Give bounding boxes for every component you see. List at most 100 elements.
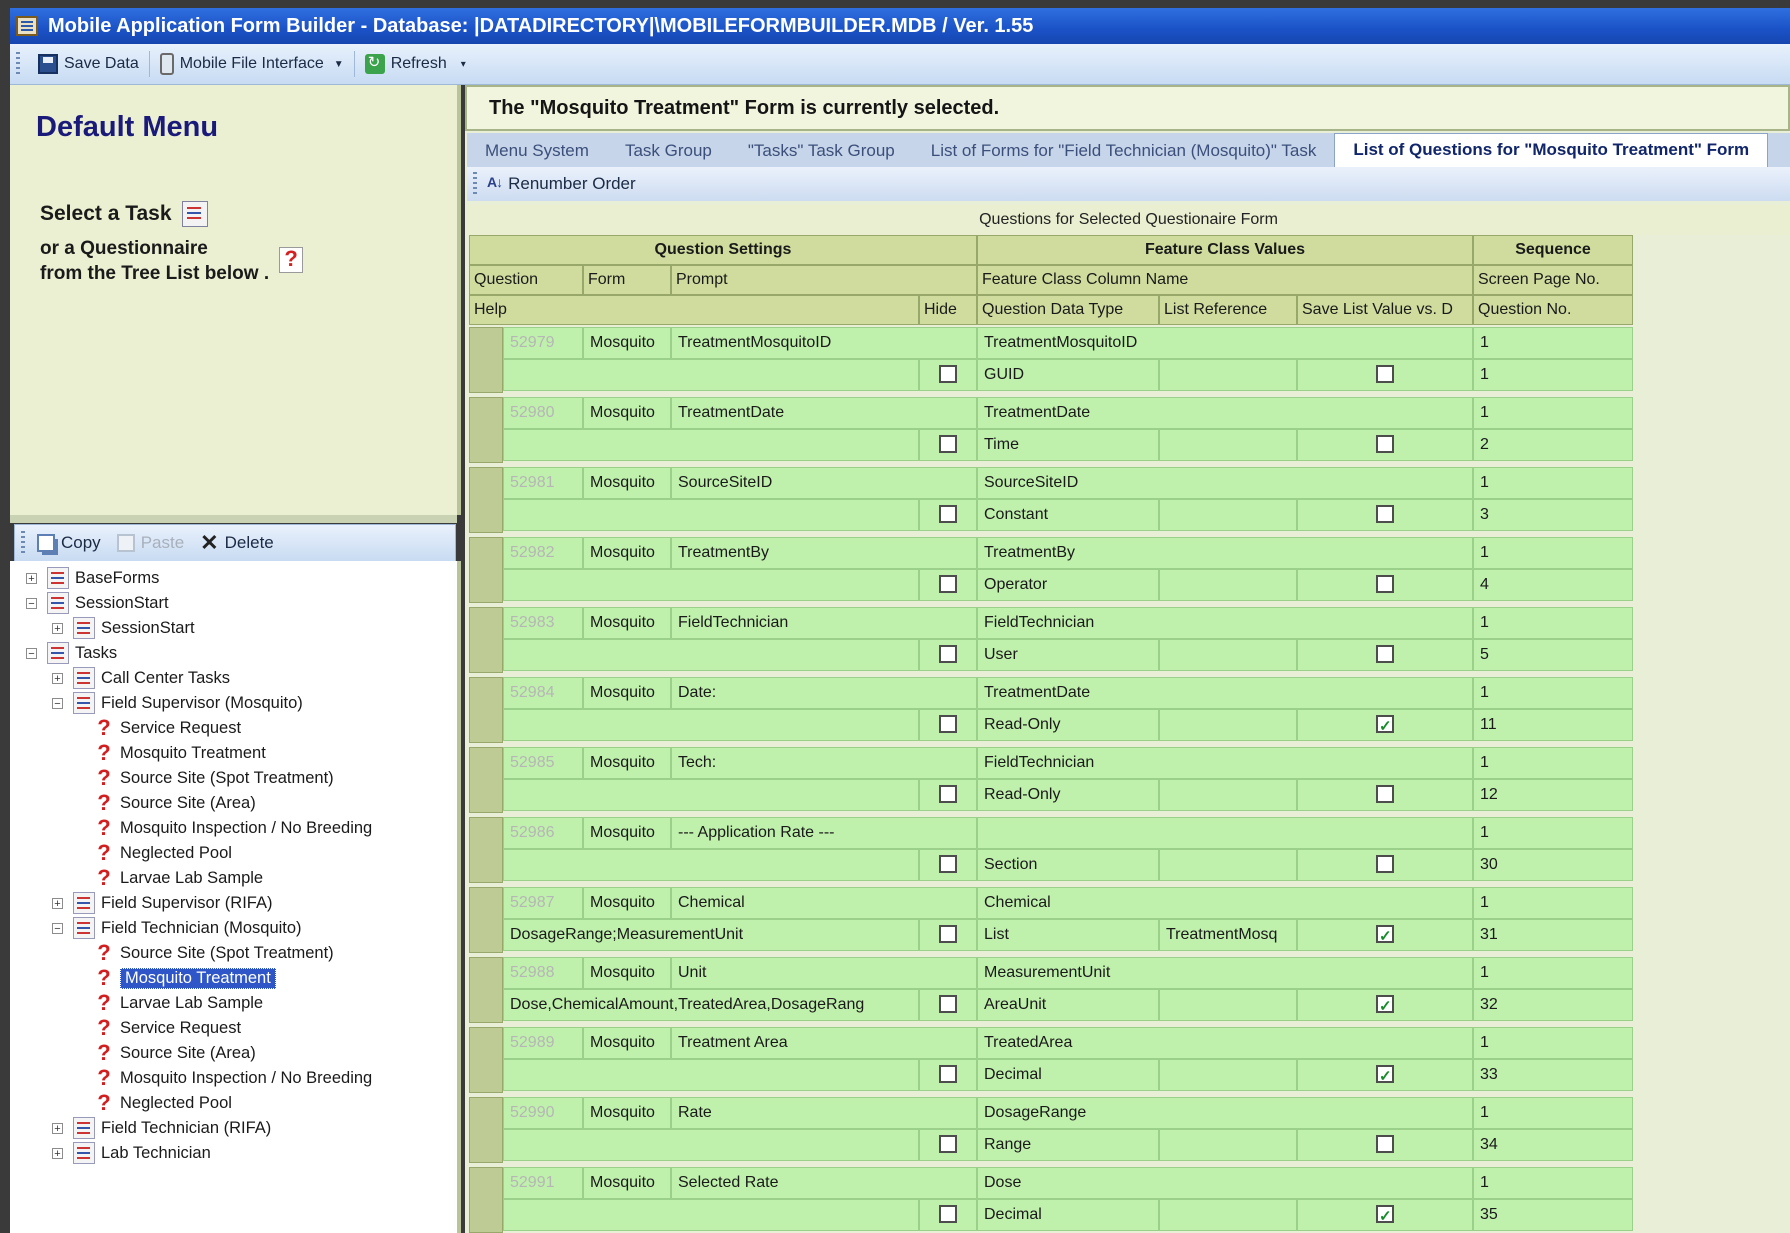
- col-header-screen-page[interactable]: Screen Page No.: [1473, 265, 1633, 295]
- save-data-button[interactable]: Save Data: [28, 48, 149, 80]
- help-cell[interactable]: [503, 359, 919, 391]
- question-id-cell[interactable]: 52986: [503, 817, 583, 849]
- question-id-cell[interactable]: 52991: [503, 1167, 583, 1199]
- hide-checkbox[interactable]: [939, 574, 957, 593]
- row-selector[interactable]: [469, 887, 503, 953]
- question-id-cell[interactable]: 52979: [503, 327, 583, 359]
- hide-checkbox[interactable]: [939, 364, 957, 383]
- save-list-value-checkbox[interactable]: [1376, 1062, 1394, 1090]
- list-reference-cell[interactable]: [1159, 779, 1297, 811]
- hide-checkbox[interactable]: [939, 924, 957, 943]
- screen-page-cell[interactable]: 1: [1473, 817, 1633, 849]
- hide-checkbox[interactable]: [939, 504, 957, 523]
- question-row[interactable]: 52990 Mosquito Rate DosageRange 1 Range 34: [469, 1097, 1639, 1163]
- feature-class-column-cell[interactable]: TreatmentDate: [977, 677, 1473, 709]
- prompt-cell[interactable]: Tech:: [671, 747, 977, 779]
- list-reference-cell[interactable]: [1159, 1129, 1297, 1161]
- prompt-cell[interactable]: Rate: [671, 1097, 977, 1129]
- hide-checkbox[interactable]: [939, 1134, 957, 1153]
- tree-node[interactable]: ? Mosquito Inspection / No Breeding: [94, 817, 372, 839]
- hide-checkbox[interactable]: [939, 1064, 957, 1083]
- list-reference-cell[interactable]: [1159, 989, 1297, 1021]
- screen-page-cell[interactable]: 1: [1473, 677, 1633, 709]
- tree-node[interactable]: − Tasks: [26, 642, 117, 664]
- form-cell[interactable]: Mosquito: [583, 327, 671, 359]
- list-reference-cell[interactable]: [1159, 849, 1297, 881]
- tree-node[interactable]: + Field Technician (RIFA): [52, 1117, 271, 1139]
- col-header-form[interactable]: Form: [583, 265, 671, 295]
- row-selector[interactable]: [469, 1027, 503, 1093]
- hide-checkbox[interactable]: [939, 644, 957, 663]
- question-row[interactable]: 52983 Mosquito FieldTechnician FieldTechnic…: [469, 607, 1639, 673]
- save-list-value-checkbox[interactable]: [1376, 712, 1394, 740]
- question-row[interactable]: 52988 Mosquito Unit MeasurementUnit 1 Dose,Ch…: [469, 957, 1639, 1023]
- row-selector[interactable]: [469, 1097, 503, 1163]
- screen-page-cell[interactable]: 1: [1473, 1097, 1633, 1129]
- feature-class-column-cell[interactable]: DosageRange: [977, 1097, 1473, 1129]
- expand-icon[interactable]: +: [52, 1122, 63, 1134]
- hide-checkbox[interactable]: [939, 1204, 957, 1223]
- question-row[interactable]: 52982 Mosquito TreatmentBy TreatmentBy 1 Oper…: [469, 537, 1639, 603]
- collapse-icon[interactable]: −: [26, 597, 37, 609]
- help-cell[interactable]: [503, 709, 919, 741]
- feature-class-column-cell[interactable]: TreatmentBy: [977, 537, 1473, 569]
- toolbar-overflow-icon[interactable]: ▾: [461, 59, 466, 70]
- data-type-cell[interactable]: Operator: [977, 569, 1159, 601]
- tree-node[interactable]: + Field Supervisor (RIFA): [52, 892, 272, 914]
- prompt-cell[interactable]: TreatmentBy: [671, 537, 977, 569]
- tree-node[interactable]: ? Mosquito Treatment: [94, 742, 266, 764]
- form-cell[interactable]: Mosquito: [583, 1167, 671, 1199]
- mobile-file-interface-dropdown[interactable]: Mobile File Interface ▼: [150, 48, 354, 80]
- data-type-cell[interactable]: List: [977, 919, 1159, 951]
- question-no-cell[interactable]: 34: [1473, 1129, 1633, 1161]
- screen-page-cell[interactable]: 1: [1473, 887, 1633, 919]
- help-cell[interactable]: [503, 569, 919, 601]
- question-no-cell[interactable]: 33: [1473, 1059, 1633, 1091]
- data-type-cell[interactable]: Decimal: [977, 1059, 1159, 1091]
- col-header-list-reference[interactable]: List Reference: [1159, 295, 1297, 325]
- question-no-cell[interactable]: 2: [1473, 429, 1633, 461]
- question-no-cell[interactable]: 1: [1473, 359, 1633, 391]
- form-cell[interactable]: Mosquito: [583, 957, 671, 989]
- form-cell[interactable]: Mosquito: [583, 1027, 671, 1059]
- toolbar-grip[interactable]: [16, 52, 20, 76]
- list-reference-cell[interactable]: [1159, 569, 1297, 601]
- task-tree[interactable]: + BaseForms − SessionStart + SessionStart − Tas…: [10, 561, 461, 1233]
- help-cell[interactable]: [503, 639, 919, 671]
- tree-node[interactable]: + SessionStart: [52, 617, 195, 639]
- row-selector[interactable]: [469, 607, 503, 673]
- save-list-value-checkbox[interactable]: [1376, 644, 1394, 663]
- question-id-cell[interactable]: 52989: [503, 1027, 583, 1059]
- feature-class-column-cell[interactable]: [977, 817, 1473, 849]
- question-id-cell[interactable]: 52982: [503, 537, 583, 569]
- save-list-value-checkbox[interactable]: [1376, 504, 1394, 523]
- row-selector[interactable]: [469, 537, 503, 603]
- question-no-cell[interactable]: 30: [1473, 849, 1633, 881]
- screen-page-cell[interactable]: 1: [1473, 327, 1633, 359]
- help-cell[interactable]: Dose,ChemicalAmount,TreatedArea,DosageRa…: [503, 989, 919, 1021]
- save-list-value-checkbox[interactable]: [1376, 854, 1394, 873]
- form-cell[interactable]: Mosquito: [583, 607, 671, 639]
- feature-class-column-cell[interactable]: MeasurementUnit: [977, 957, 1473, 989]
- question-id-cell[interactable]: 52990: [503, 1097, 583, 1129]
- tree-node[interactable]: ? Mosquito Inspection / No Breeding: [94, 1067, 372, 1089]
- data-type-cell[interactable]: Decimal: [977, 1199, 1159, 1231]
- col-header-help[interactable]: Help: [469, 295, 919, 325]
- collapse-icon[interactable]: −: [52, 697, 63, 709]
- tab-0[interactable]: Menu System: [467, 135, 607, 167]
- tree-node[interactable]: + Lab Technician: [52, 1142, 211, 1164]
- screen-page-cell[interactable]: 1: [1473, 1167, 1633, 1199]
- prompt-cell[interactable]: Chemical: [671, 887, 977, 919]
- question-no-cell[interactable]: 11: [1473, 709, 1633, 741]
- tree-node[interactable]: − Field Technician (Mosquito): [52, 917, 302, 939]
- prompt-cell[interactable]: SourceSiteID: [671, 467, 977, 499]
- feature-class-column-cell[interactable]: Chemical: [977, 887, 1473, 919]
- data-type-cell[interactable]: Read-Only: [977, 709, 1159, 741]
- save-list-value-checkbox[interactable]: [1376, 1202, 1394, 1230]
- feature-class-column-cell[interactable]: TreatmentMosquitoID: [977, 327, 1473, 359]
- help-cell[interactable]: [503, 429, 919, 461]
- form-cell[interactable]: Mosquito: [583, 887, 671, 919]
- help-cell[interactable]: [503, 499, 919, 531]
- refresh-button[interactable]: Refresh: [355, 48, 457, 80]
- question-no-cell[interactable]: 32: [1473, 989, 1633, 1021]
